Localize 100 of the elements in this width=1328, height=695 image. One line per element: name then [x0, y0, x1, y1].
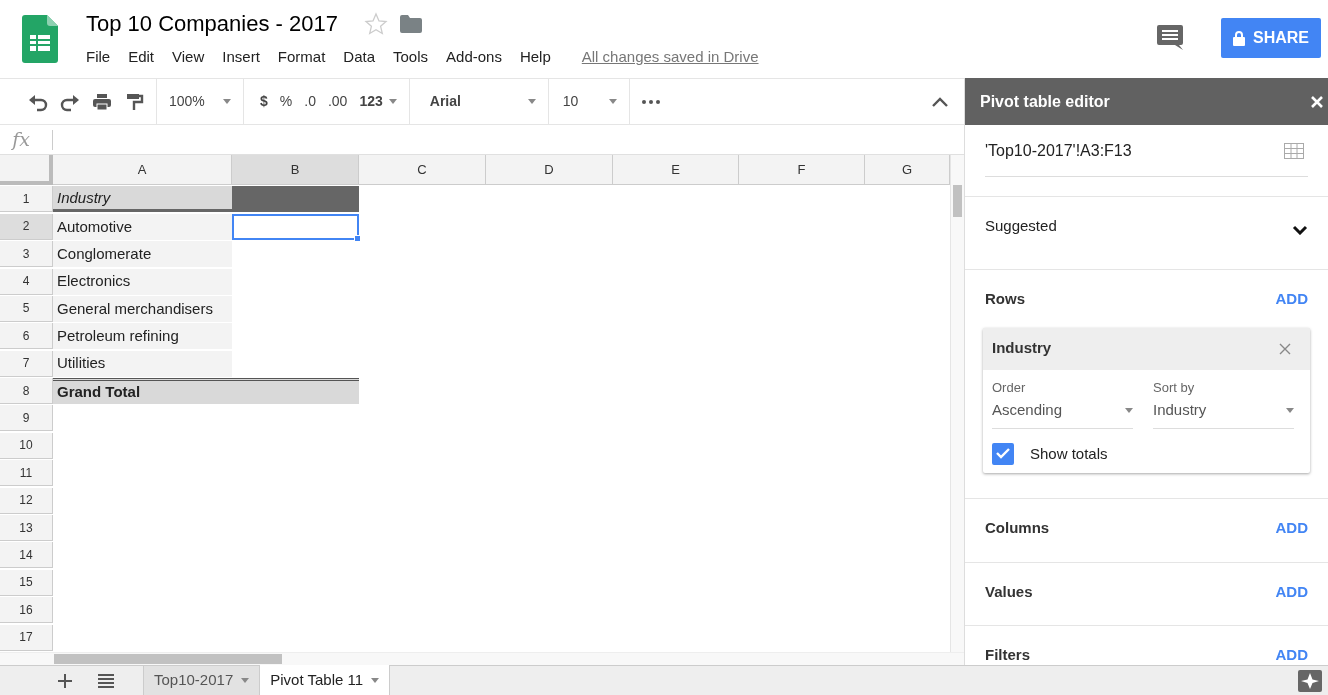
explore-icon[interactable]	[1298, 670, 1322, 693]
menu-item[interactable]: Insert	[213, 46, 269, 69]
star-icon[interactable]	[363, 12, 388, 36]
folder-icon[interactable]	[399, 15, 422, 33]
section-label: Rows	[985, 289, 1025, 309]
row-header[interactable]: 7	[0, 350, 53, 377]
check-icon	[996, 448, 1010, 460]
sheet-tab[interactable]: Top10-2017	[144, 666, 261, 695]
row-header[interactable]: 4	[0, 268, 53, 295]
panel-title: Pivot table editor	[980, 91, 1110, 112]
column-header[interactable]: G	[865, 155, 950, 185]
row-header[interactable]: 6	[0, 323, 53, 350]
column-header[interactable]: F	[739, 155, 865, 185]
menu-item[interactable]: Data	[334, 46, 384, 69]
add-link[interactable]: ADD	[1275, 288, 1308, 311]
row-header[interactable]: 10	[0, 432, 53, 459]
checkbox[interactable]	[992, 442, 1014, 465]
checkbox-label: Show totals	[1030, 443, 1108, 464]
menu-item[interactable]: Tools	[384, 46, 438, 69]
row-header[interactable]: 11	[0, 460, 53, 487]
row-header[interactable]: 15	[0, 569, 53, 596]
menu-icon[interactable]	[98, 674, 114, 689]
comment-icon[interactable]	[1157, 25, 1183, 51]
menu-item[interactable]: Add-ons	[437, 46, 511, 69]
row-header[interactable]: 1	[0, 186, 53, 213]
row-header[interactable]: 17	[0, 624, 53, 651]
number-format-dropdown[interactable]: 123	[353, 86, 403, 117]
row-header[interactable]: 8	[0, 378, 53, 405]
close-icon[interactable]	[1279, 343, 1291, 356]
menu-item[interactable]: Edit	[119, 46, 164, 69]
row-header[interactable]: 5	[0, 295, 53, 322]
row-header[interactable]: 13	[0, 515, 53, 542]
chevron-down-icon[interactable]	[1292, 225, 1308, 235]
menu-item[interactable]: View	[163, 46, 214, 69]
sort-dropdown[interactable]: Industry	[1153, 397, 1294, 429]
row-header[interactable]: 16	[0, 597, 53, 624]
spreadsheet-logo-icon	[22, 15, 58, 63]
row-header[interactable]: 12	[0, 487, 53, 514]
percent-format-button[interactable]: %	[273, 86, 299, 117]
paint-roller-icon[interactable]	[124, 91, 144, 112]
add-link[interactable]: ADD	[1275, 517, 1308, 540]
table-cell: Automotive	[53, 213, 232, 240]
formula-label: fx	[10, 127, 31, 153]
section-label: Suggested	[985, 216, 1057, 236]
font-dropdown[interactable]: Arial	[423, 86, 542, 117]
dropdown-caret-icon	[1125, 407, 1133, 413]
column-header[interactable]: D	[486, 155, 613, 185]
zoom-dropdown[interactable]: 100%	[163, 86, 237, 117]
more-icon[interactable]	[641, 99, 660, 104]
font-size-dropdown[interactable]: 10	[556, 86, 623, 117]
menu-item[interactable]: Help	[510, 46, 560, 69]
decrease-decimals-button[interactable]: .0	[298, 86, 322, 117]
menu-item[interactable]: Format	[268, 46, 335, 69]
currency-format-button[interactable]: $	[254, 86, 274, 117]
add-link[interactable]: ADD	[1275, 580, 1308, 603]
dropdown-caret-icon	[1286, 407, 1294, 413]
field-label: Order	[992, 378, 1027, 397]
row-header[interactable]: 9	[0, 405, 53, 432]
active-cell-outline[interactable]	[232, 213, 359, 240]
table-cell: Conglomerate	[53, 241, 232, 268]
table-cell: Grand Total	[53, 378, 232, 405]
dropdown-caret-icon	[608, 99, 617, 104]
dropdown-caret-icon	[527, 99, 536, 104]
share-button[interactable]: SHARE	[1221, 18, 1321, 58]
print-icon[interactable]	[92, 91, 112, 112]
fill-handle[interactable]	[354, 234, 361, 242]
dropdown-caret-icon	[388, 99, 397, 104]
column-header[interactable]: E	[613, 155, 739, 185]
table-cell: General merchandisers	[53, 295, 232, 322]
table-cell: Industry	[53, 186, 232, 213]
document-title[interactable]: Top 10 Companies - 2017	[86, 11, 338, 37]
field-label: Sort by	[1153, 378, 1196, 397]
column-header[interactable]: A	[53, 155, 232, 185]
range-field[interactable]: 'Top10-2017'!A3:F13	[985, 138, 1132, 163]
plus-icon[interactable]	[58, 674, 72, 689]
section-label: Values	[985, 581, 1033, 602]
column-header[interactable]: B	[232, 155, 359, 185]
chevron-up-icon[interactable]	[932, 96, 948, 107]
table-cell: Petroleum refining	[53, 323, 232, 350]
row-header[interactable]: 2	[0, 213, 53, 240]
scrollbar-thumb[interactable]	[953, 185, 962, 217]
dropdown-caret-icon	[223, 99, 231, 104]
sheet-tab[interactable]: Pivot Table 11	[260, 665, 391, 695]
column-header[interactable]: C	[359, 155, 486, 185]
order-dropdown[interactable]: Ascending	[992, 397, 1133, 429]
section-label: Columns	[985, 518, 1050, 538]
table-cell: Electronics	[53, 268, 232, 295]
row-header[interactable]: 3	[0, 241, 53, 268]
save-status-link[interactable]: All changes saved in Drive	[575, 45, 765, 70]
lock-icon	[1233, 30, 1245, 46]
field-name: Industry	[992, 338, 1052, 359]
section-label: Filters	[985, 645, 1030, 665]
increase-decimals-button[interactable]: .00	[321, 86, 354, 117]
menu-item[interactable]: File	[77, 46, 120, 69]
scrollbar-thumb[interactable]	[54, 654, 282, 664]
add-link[interactable]: ADD	[1275, 644, 1308, 665]
dropdown-caret-icon	[241, 678, 250, 683]
table-cell: Utilities	[53, 350, 232, 377]
row-header[interactable]: 14	[0, 542, 53, 569]
dropdown-caret-icon	[371, 677, 380, 683]
